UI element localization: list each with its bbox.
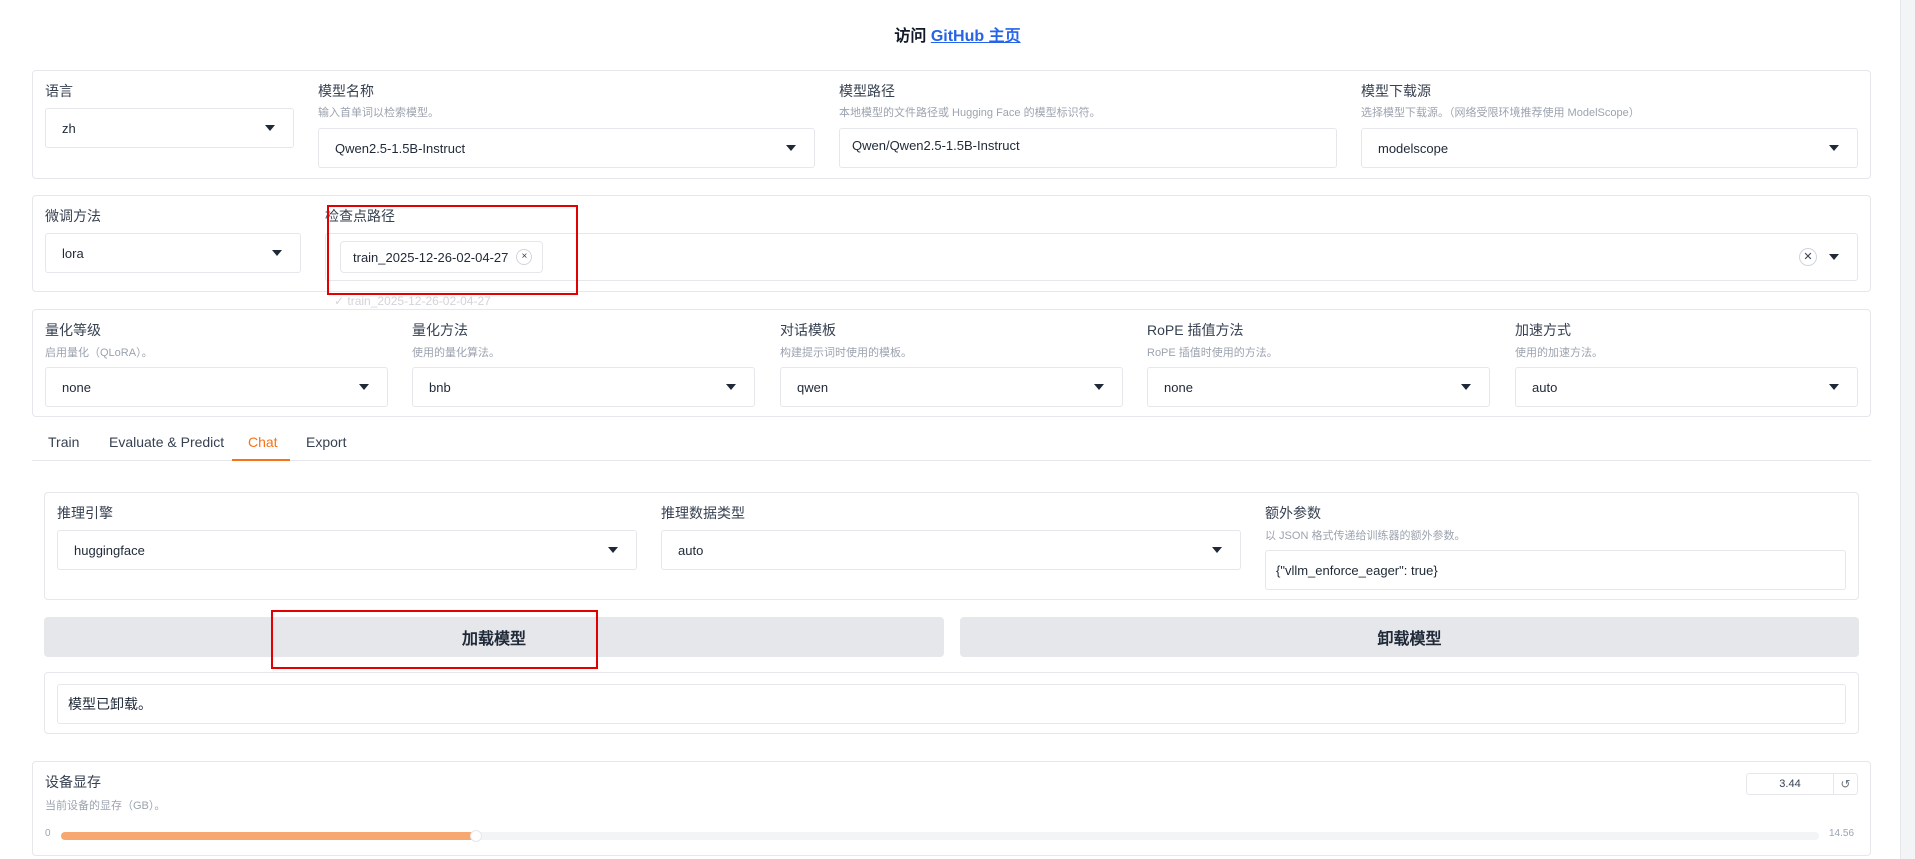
model-hub-value: modelscope: [1378, 140, 1449, 156]
template-info: 构建提示词时使用的模板。: [780, 347, 912, 359]
infer-backend-value: huggingface: [74, 542, 145, 558]
page-scrollbar[interactable]: [1900, 0, 1915, 859]
model-name-label: 模型名称: [318, 83, 374, 99]
language-label: 语言: [45, 83, 73, 99]
quant-bit-value: none: [62, 379, 91, 395]
extra-args-label: 额外参数: [1265, 505, 1321, 521]
quant-method-dropdown[interactable]: bnb: [412, 367, 755, 407]
chevron-down-icon: [1829, 384, 1839, 390]
checkpoint-chip-label: train_2025-12-26-02-04-27: [353, 249, 509, 265]
chevron-down-icon: [1829, 145, 1839, 151]
model-hub-info: 选择模型下载源。（网络受限环境推荐使用 ModelScope）: [1361, 107, 1640, 119]
memory-value-box[interactable]: 3.44 ↺: [1746, 773, 1858, 795]
active-tab-underline: [232, 459, 290, 461]
extra-args-value: {"vllm_enforce_eager": true}: [1276, 562, 1438, 578]
memory-info: 当前设备的显存（GB）。: [45, 800, 166, 812]
template-value: qwen: [797, 379, 829, 395]
page-header: 访问 GitHub 主页: [0, 22, 1915, 46]
rope-label: RoPE 插值方法: [1147, 322, 1244, 338]
memory-slider-track[interactable]: [61, 830, 1819, 842]
clear-icon[interactable]: ✕: [1799, 248, 1817, 266]
model-path-input[interactable]: Qwen/Qwen2.5-1.5B-Instruct: [839, 128, 1337, 168]
load-model-button[interactable]: 加载模型: [44, 617, 944, 657]
quant-bit-info: 启用量化（QLoRA）。: [45, 347, 153, 359]
model-path-label: 模型路径: [839, 83, 895, 99]
quant-method-value: bnb: [429, 379, 451, 395]
checkpoint-label: 检查点路径: [325, 208, 395, 224]
memory-value: 3.44: [1779, 778, 1801, 790]
tab-bar-divider: [32, 460, 1871, 461]
template-label: 对话模板: [780, 322, 836, 338]
chevron-down-icon: [359, 384, 369, 390]
chevron-down-icon: [1461, 384, 1471, 390]
quant-bit-label: 量化等级: [45, 322, 101, 338]
chevron-down-icon: [1094, 384, 1104, 390]
status-box: 模型已卸载。: [57, 684, 1846, 724]
rope-dropdown[interactable]: none: [1147, 367, 1490, 407]
chevron-down-icon: [265, 125, 275, 131]
unload-model-button[interactable]: 卸载模型: [960, 617, 1859, 657]
booster-value: auto: [1532, 379, 1558, 395]
chevron-down-icon: [726, 384, 736, 390]
slider-max-label: 14.56: [1829, 828, 1855, 839]
chevron-down-icon: [608, 547, 618, 553]
model-name-value: Qwen2.5-1.5B-Instruct: [335, 140, 466, 156]
checkpoint-multiselect[interactable]: train_2025-12-26-02-04-27 × ✕: [325, 233, 1858, 281]
extra-args-input[interactable]: {"vllm_enforce_eager": true}: [1265, 550, 1846, 590]
quant-method-label: 量化方法: [412, 322, 468, 338]
template-dropdown[interactable]: qwen: [780, 367, 1123, 407]
booster-info: 使用的加速方法。: [1515, 347, 1603, 359]
model-hub-dropdown[interactable]: modelscope: [1361, 128, 1858, 168]
booster-label: 加速方式: [1515, 322, 1571, 338]
tab-train[interactable]: Train: [48, 434, 79, 450]
infer-dtype-label: 推理数据类型: [661, 505, 745, 521]
tab-chat[interactable]: Chat: [248, 434, 278, 450]
model-path-info: 本地模型的文件路径或 Hugging Face 的模型标识符。: [839, 107, 1101, 119]
infer-dtype-dropdown[interactable]: auto: [661, 530, 1241, 570]
language-dropdown[interactable]: zh: [45, 108, 294, 148]
rope-info: RoPE 插值时使用的方法。: [1147, 347, 1278, 359]
checkpoint-dropdown-option[interactable]: ✓ train_2025-12-26-02-04-27: [334, 294, 491, 308]
chevron-down-icon: [786, 145, 796, 151]
language-value: zh: [62, 120, 76, 136]
slider-min-label: 0: [45, 828, 51, 839]
tab-export[interactable]: Export: [306, 434, 346, 450]
finetune-method-value: lora: [62, 245, 84, 261]
finetune-method-label: 微调方法: [45, 208, 101, 224]
model-name-dropdown[interactable]: Qwen2.5-1.5B-Instruct: [318, 128, 815, 168]
extra-args-info: 以 JSON 格式传递给训练器的额外参数。: [1265, 530, 1466, 542]
finetune-method-dropdown[interactable]: lora: [45, 233, 301, 273]
infer-dtype-value: auto: [678, 542, 704, 558]
reset-icon[interactable]: ↺: [1833, 774, 1857, 794]
github-link[interactable]: GitHub 主页: [931, 28, 1021, 45]
model-hub-label: 模型下载源: [1361, 83, 1431, 99]
model-name-info: 输入首单词以检索模型。: [318, 107, 439, 119]
memory-label: 设备显存: [45, 774, 101, 790]
booster-dropdown[interactable]: auto: [1515, 367, 1858, 407]
rope-value: none: [1164, 379, 1193, 395]
tab-evaluate-predict[interactable]: Evaluate & Predict: [109, 434, 224, 450]
checkpoint-chip[interactable]: train_2025-12-26-02-04-27 ×: [340, 241, 544, 273]
model-path-value: Qwen/Qwen2.5-1.5B-Instruct: [852, 137, 1020, 153]
memory-slider-fill: [61, 832, 477, 840]
header-prefix: 访问: [894, 28, 931, 45]
chip-close-icon[interactable]: ×: [516, 249, 533, 265]
quant-bit-dropdown[interactable]: none: [45, 367, 388, 407]
infer-backend-label: 推理引擎: [57, 505, 113, 521]
infer-backend-dropdown[interactable]: huggingface: [57, 530, 637, 570]
chevron-down-icon: [1212, 547, 1222, 553]
memory-panel: [32, 761, 1871, 856]
quant-method-info: 使用的量化算法。: [412, 347, 500, 359]
chevron-down-icon[interactable]: [1829, 254, 1839, 260]
status-text: 模型已卸载。: [68, 696, 152, 712]
chevron-down-icon: [272, 250, 282, 256]
